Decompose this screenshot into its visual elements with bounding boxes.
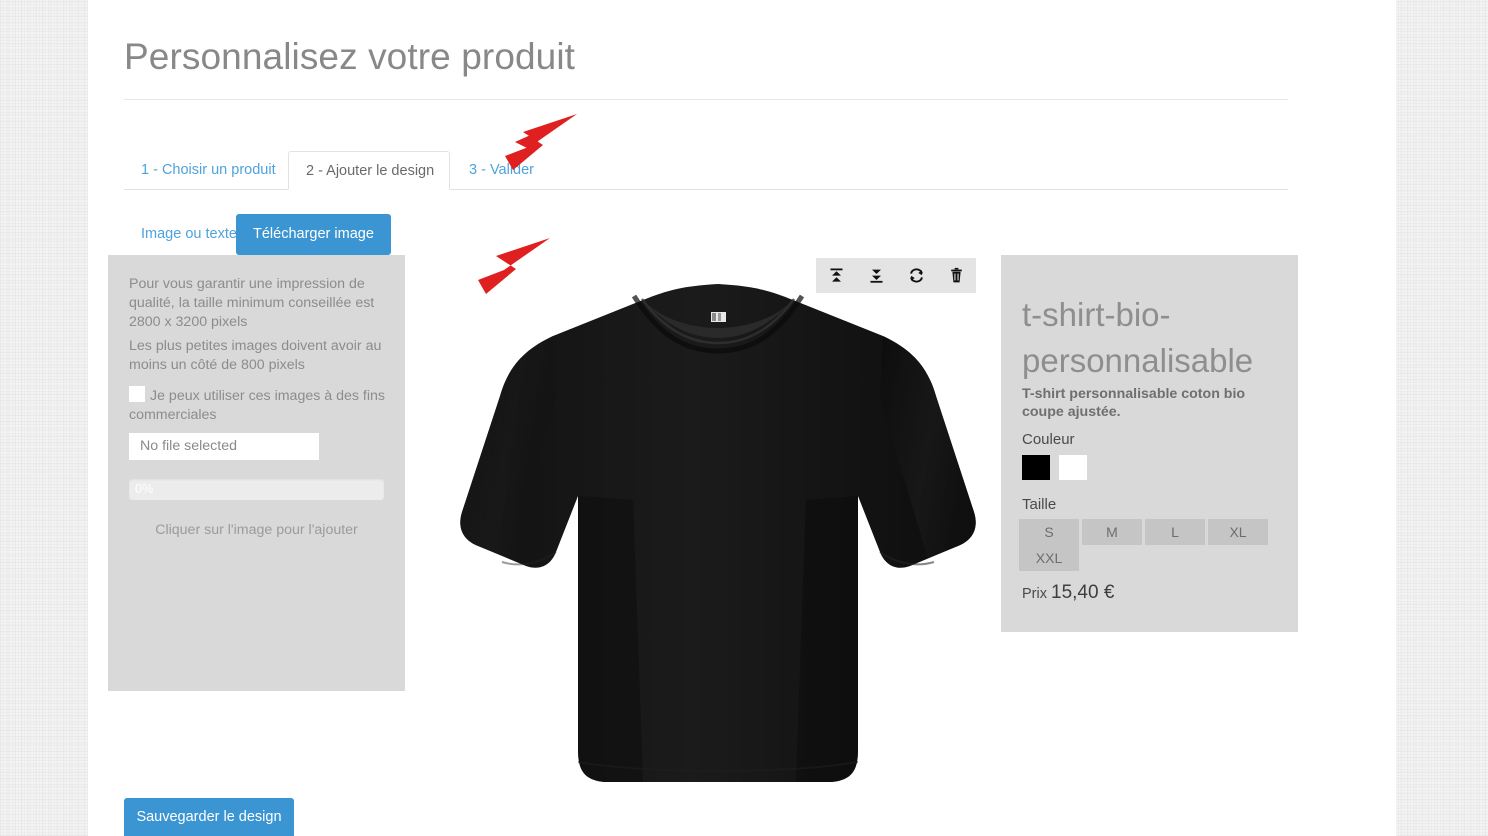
price-row: Prix 15,40 € bbox=[1022, 582, 1114, 604]
color-swatch-blanc[interactable] bbox=[1059, 455, 1087, 480]
size-option-l[interactable]: L bbox=[1145, 519, 1205, 545]
commercial-use-checkbox[interactable] bbox=[129, 386, 145, 402]
upload-panel: Pour vous garantir une impression de qua… bbox=[108, 255, 405, 691]
product-info-card: t-shirt-bio-personnalisable T-shirt pers… bbox=[1001, 255, 1298, 632]
commercial-use-label: Je peux utiliser ces images à des fins c… bbox=[129, 388, 385, 423]
subtab-image-ou-texte[interactable]: Image ou texte bbox=[124, 214, 254, 255]
page-background: Personnalisez votre produit 1 - Choisir … bbox=[0, 0, 1488, 836]
tab-choisir-un-produit[interactable]: 1 - Choisir un produit bbox=[124, 151, 293, 190]
price-label: Prix bbox=[1022, 586, 1047, 602]
color-swatch-noir[interactable] bbox=[1022, 455, 1050, 480]
title-divider bbox=[124, 99, 1288, 100]
product-name: t-shirt-bio-personnalisable bbox=[1022, 296, 1254, 379]
commercial-use-row[interactable]: Je peux utiliser ces images à des fins c… bbox=[129, 386, 387, 425]
size-option-m[interactable]: M bbox=[1082, 519, 1142, 545]
size-option-xxl[interactable]: XXL bbox=[1019, 545, 1079, 571]
page-title: Personnalisez votre produit bbox=[124, 36, 576, 77]
size-options: S XXL M L XL bbox=[1019, 519, 1281, 571]
upload-progress-label: 0% bbox=[135, 482, 154, 496]
tab-ajouter-le-design[interactable]: 2 - Ajouter le design bbox=[288, 151, 450, 190]
product-description: T-shirt personnalisable coton bio coupe … bbox=[1022, 386, 1246, 420]
color-label: Couleur bbox=[1022, 431, 1075, 448]
content-sheet: Personnalisez votre produit 1 - Choisir … bbox=[88, 0, 1396, 836]
price-value: 15,40 € bbox=[1051, 582, 1115, 603]
click-image-hint: Cliquer sur l'image pour l'ajouter bbox=[155, 522, 358, 538]
size-option-xl[interactable]: XL bbox=[1208, 519, 1268, 545]
save-design-button[interactable]: Sauvegarder le design bbox=[124, 798, 294, 836]
tab-valider[interactable]: 3 - Valider bbox=[452, 151, 551, 190]
subtab-telecharger-image[interactable]: Télécharger image bbox=[236, 214, 391, 255]
size-option-s[interactable]: S bbox=[1019, 519, 1079, 545]
tshirt-preview[interactable] bbox=[428, 250, 1008, 836]
file-input[interactable]: No file selected bbox=[129, 433, 319, 460]
color-swatches bbox=[1022, 455, 1087, 480]
quality-note: Pour vous garantir une impression de qua… bbox=[129, 276, 375, 330]
upload-progress-bar: 0% bbox=[129, 479, 384, 500]
min-size-note: Les plus petites images doivent avoir au… bbox=[129, 338, 382, 373]
size-label: Taille bbox=[1022, 496, 1057, 513]
size-option-group-s-xxl: S XXL bbox=[1019, 519, 1079, 571]
wizard-tabs: 1 - Choisir un produit 2 - Ajouter le de… bbox=[124, 151, 1288, 190]
